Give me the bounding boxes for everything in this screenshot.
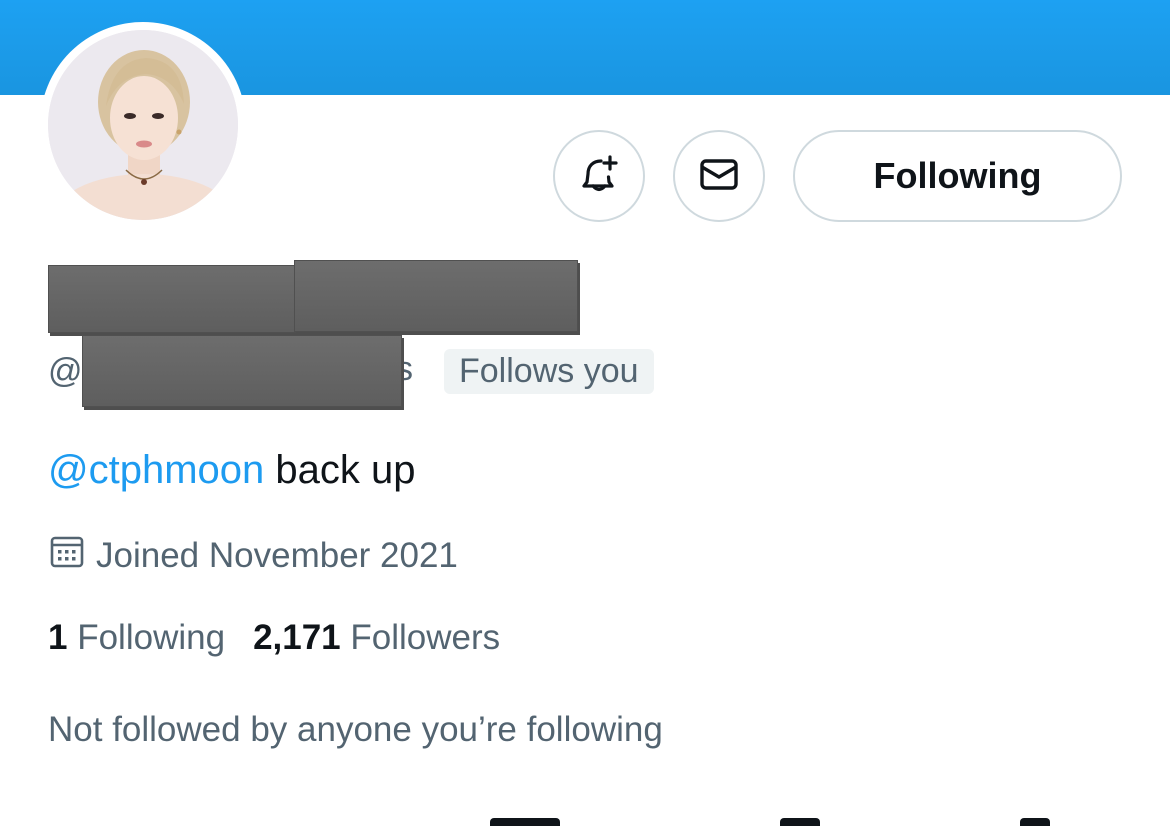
followers-label: Followers: [350, 618, 501, 657]
join-date-text: Joined November 2021: [96, 535, 458, 575]
handle-prefix: @: [48, 352, 83, 390]
avatar[interactable]: [40, 22, 246, 228]
following-count: 1: [48, 618, 68, 657]
followers-count: 2,171: [253, 618, 341, 657]
notify-button[interactable]: [553, 130, 645, 222]
bell-plus-icon: [577, 152, 621, 201]
following-button[interactable]: Following: [793, 130, 1122, 222]
redaction-block: [82, 335, 402, 407]
redaction-block: [48, 265, 312, 333]
join-date: Joined November 2021: [48, 532, 458, 579]
following-stat-link[interactable]: 1 Following: [48, 618, 225, 657]
follow-stats: 1 Following 2,171 Followers: [48, 618, 500, 658]
bio-text: back up: [264, 448, 416, 492]
message-button[interactable]: [673, 130, 765, 222]
followers-stat-link[interactable]: 2,171 Followers: [253, 618, 500, 657]
tab-bar-clipped: [480, 818, 1080, 826]
bio: @ctphmoon back up: [48, 448, 416, 493]
envelope-icon: [697, 152, 741, 201]
avatar-image: [48, 30, 238, 220]
following-label: Following: [77, 618, 226, 657]
calendar-icon: [48, 532, 96, 579]
redaction-block: [294, 260, 578, 332]
bio-mention-link[interactable]: @ctphmoon: [48, 448, 264, 492]
follows-you-badge: Follows you: [444, 349, 654, 394]
mutual-followers-text: Not followed by anyone you’re following: [48, 710, 663, 749]
